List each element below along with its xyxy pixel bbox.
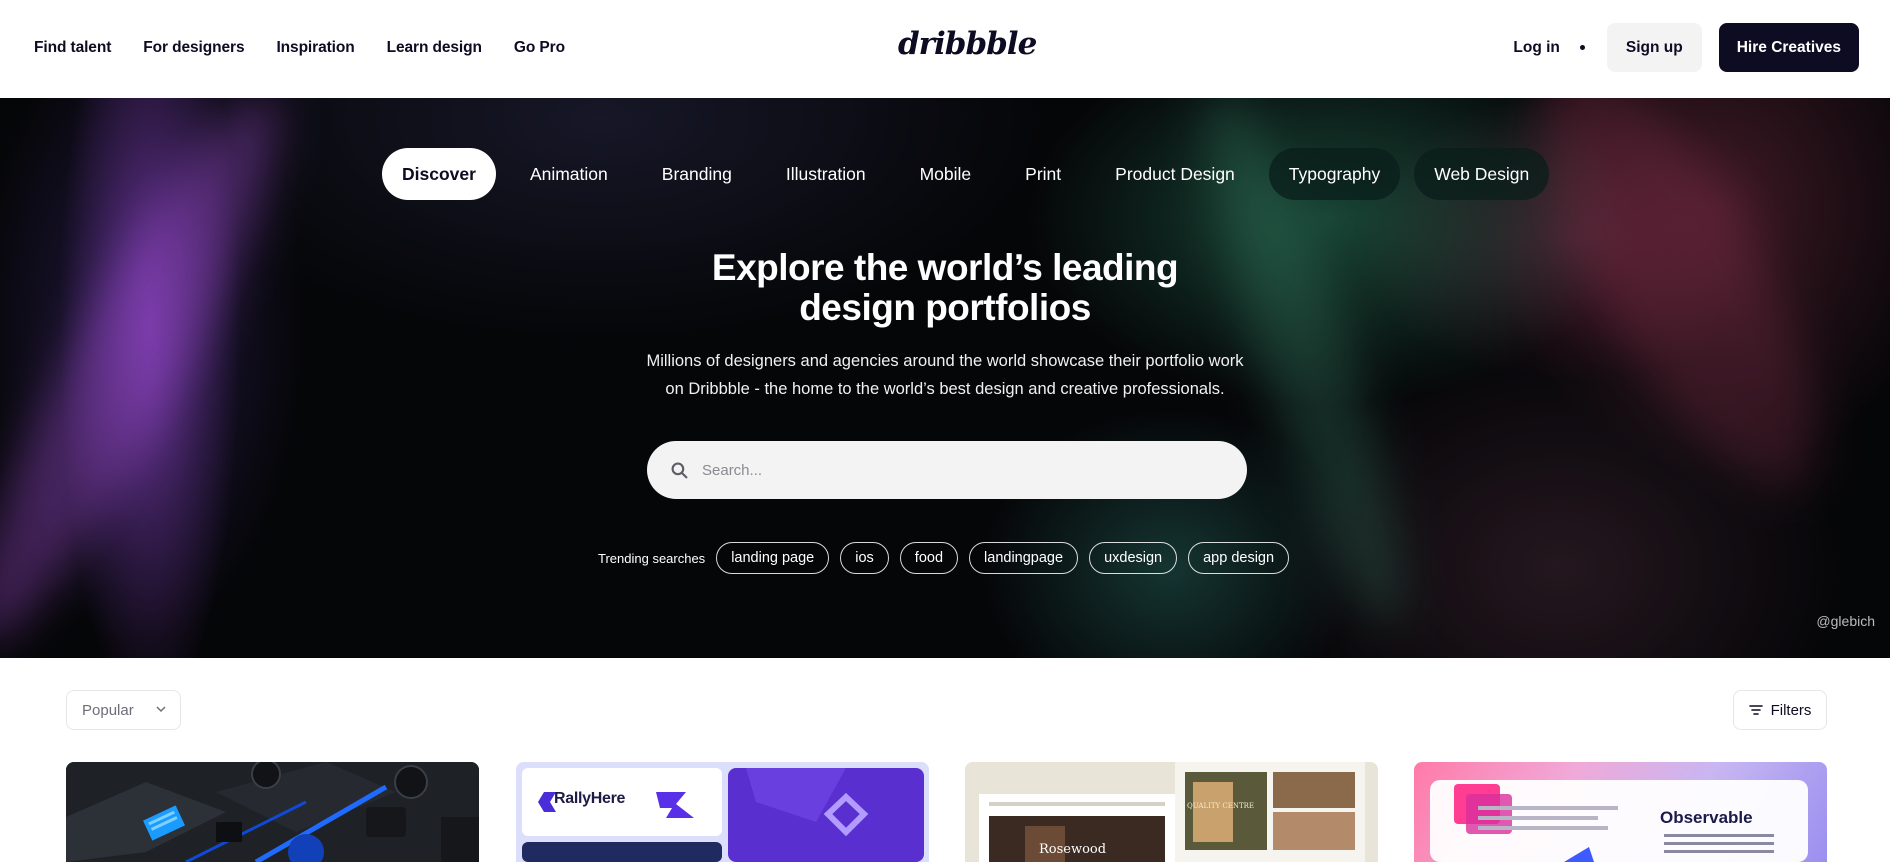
nav-go-pro[interactable]: Go Pro (514, 39, 565, 57)
trending-chip[interactable]: app design (1188, 542, 1290, 574)
shot-2-brand: RallyHere (554, 790, 626, 807)
sort-dropdown[interactable]: Popular (66, 690, 181, 730)
tab-branding[interactable]: Branding (642, 148, 752, 200)
shot-3-sign: QUALITY CENTRE (1187, 802, 1255, 810)
shot-1-artwork (66, 762, 479, 862)
tab-illustration[interactable]: Illustration (766, 148, 886, 200)
hire-creatives-button[interactable]: Hire Creatives (1718, 23, 1859, 72)
trending-chip[interactable]: ios (840, 542, 889, 574)
hero-title: Explore the world’s leading design portf… (0, 248, 1890, 328)
dribbble-logo[interactable]: dribbble (898, 26, 1037, 62)
hero-subtitle-line-2: on Dribbble - the home to the world’s be… (665, 380, 1225, 398)
trending-chip[interactable]: landingpage (969, 542, 1079, 574)
hero-artist-credit[interactable]: @glebich (1816, 613, 1875, 629)
hero-subtitle-line-1: Millions of designers and agencies aroun… (646, 352, 1244, 370)
shot-thumbnail[interactable] (66, 762, 479, 862)
shot-thumbnail[interactable]: QUALITY CENTRE Rosewood (965, 762, 1378, 862)
shot-4-artwork (1430, 780, 1808, 862)
hero-subtitle: Millions of designers and agencies aroun… (0, 347, 1890, 403)
search-bar[interactable] (647, 441, 1247, 499)
primary-nav: Find talent For designers Inspiration Le… (34, 0, 565, 96)
hero-title-line-2: design portfolios (799, 287, 1091, 328)
tab-product-design[interactable]: Product Design (1095, 148, 1255, 200)
tab-mobile[interactable]: Mobile (900, 148, 992, 200)
hero-title-line-1: Explore the world’s leading (711, 247, 1179, 288)
shot-4-title: Observable (1660, 808, 1753, 827)
filters-button[interactable]: Filters (1733, 690, 1827, 730)
tab-discover[interactable]: Discover (382, 148, 496, 200)
tab-animation[interactable]: Animation (510, 148, 628, 200)
nav-inspiration[interactable]: Inspiration (276, 39, 354, 57)
sort-dropdown-value: Popular (82, 701, 134, 719)
shot-thumbnail[interactable]: RallyHere (516, 762, 929, 862)
trending-searches: Trending searches landing page ios food … (598, 542, 1300, 574)
nav-learn-design[interactable]: Learn design (387, 39, 482, 57)
top-nav: Find talent For designers Inspiration Le… (0, 0, 1890, 98)
signup-button[interactable]: Sign up (1606, 23, 1702, 72)
tab-web-design[interactable]: Web Design (1414, 148, 1550, 200)
nav-for-designers[interactable]: For designers (143, 39, 244, 57)
filters-label: Filters (1770, 701, 1812, 719)
shot-3-brand: Rosewood (1039, 842, 1107, 857)
shot-3-artwork (965, 762, 1378, 862)
account-actions: Log in Sign up Hire Creatives (1513, 23, 1859, 72)
tab-print[interactable]: Print (1005, 148, 1081, 200)
trending-label: Trending searches (598, 550, 706, 566)
nav-find-talent[interactable]: Find talent (34, 39, 111, 57)
category-tabs: Discover Animation Branding Illustration… (382, 148, 1563, 200)
search-icon (671, 462, 688, 478)
trending-chip[interactable]: food (899, 542, 959, 574)
trending-chip[interactable]: uxdesign (1089, 542, 1178, 574)
filters-icon (1748, 705, 1763, 715)
search-input[interactable] (702, 461, 1222, 479)
separator-dot (1579, 45, 1585, 50)
login-link[interactable]: Log in (1513, 39, 1560, 57)
chevron-down-icon (156, 706, 166, 713)
trending-chip[interactable]: landing page (716, 542, 830, 574)
hero-banner: Discover Animation Branding Illustration… (0, 98, 1890, 658)
tab-typography[interactable]: Typography (1268, 148, 1401, 200)
shot-thumbnail[interactable]: Observable (1414, 762, 1827, 862)
shot-2-artwork (516, 762, 929, 862)
